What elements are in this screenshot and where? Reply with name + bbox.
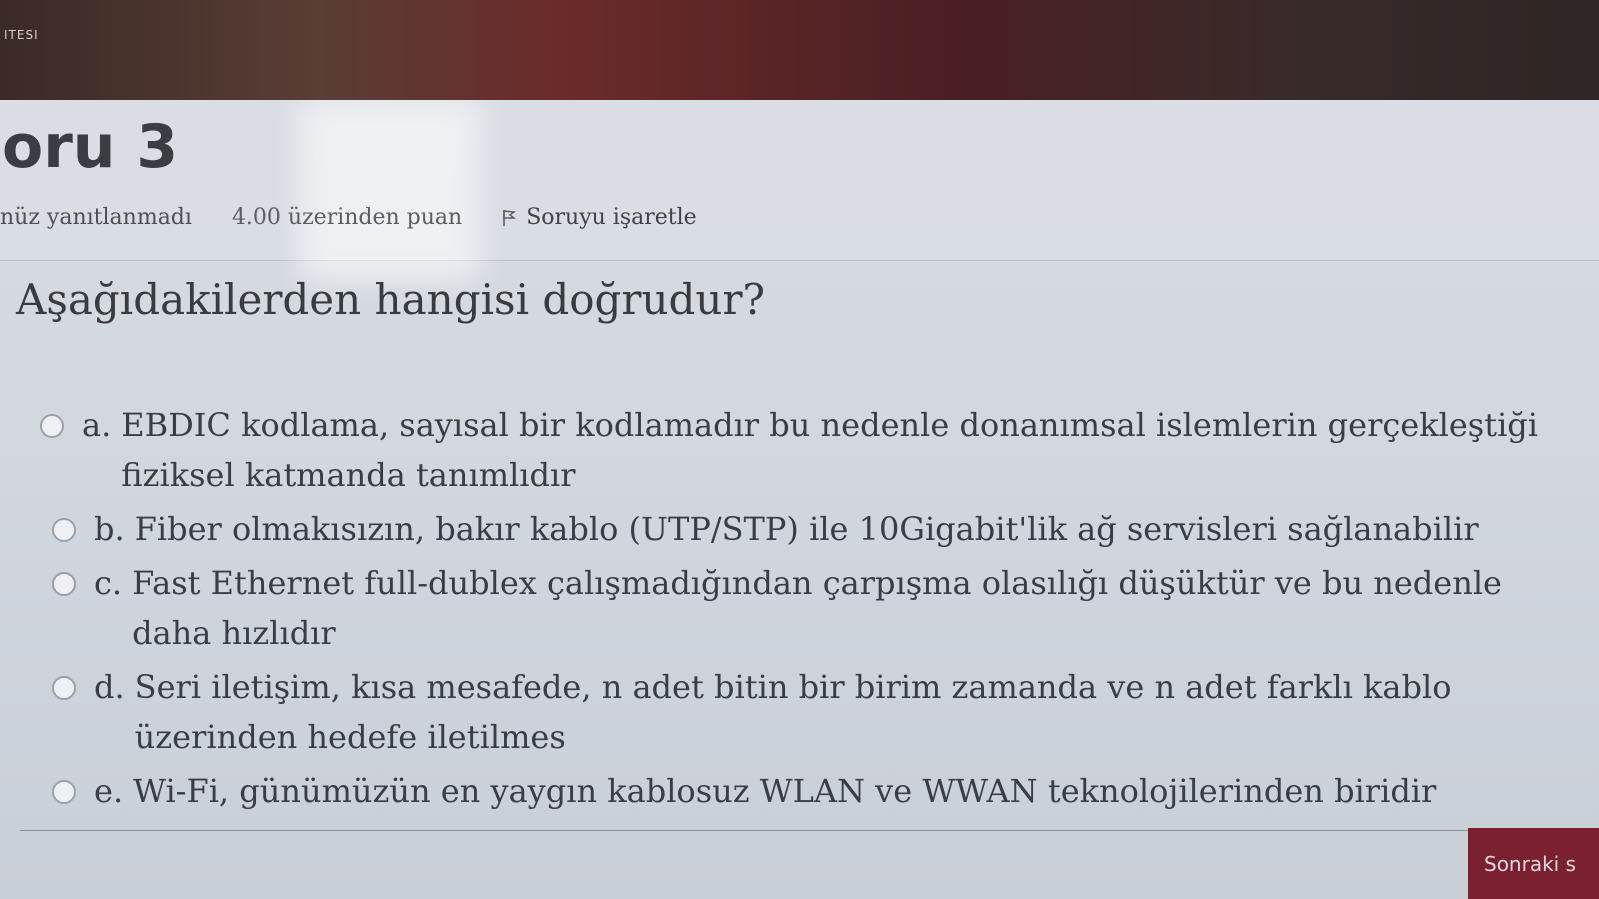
question-info-panel xyxy=(0,100,1599,261)
next-page-button[interactable]: Sonraki s xyxy=(1468,828,1599,899)
screen-glare xyxy=(300,100,480,280)
question-number-title: oru 3 xyxy=(2,112,179,182)
radio-icon[interactable] xyxy=(52,518,76,542)
option-text: EBDIC kodlama, sayısal bir kodlamadır bu… xyxy=(121,406,1539,494)
backdrop-label: ITESI xyxy=(4,28,39,42)
flag-question-link[interactable]: Soruyu işaretle xyxy=(502,205,697,230)
option-letter: a. xyxy=(82,406,112,444)
flag-question-label: Soruyu işaretle xyxy=(526,205,697,230)
answer-option-a[interactable]: a. EBDIC kodlama, sayısal bir kodlamadır… xyxy=(40,400,1580,500)
question-info-row: nüz yanıtlanmadı 4.00 üzerinden puan Sor… xyxy=(0,205,697,230)
option-text: Seri iletişim, kısa mesafede, n adet bit… xyxy=(134,668,1452,756)
radio-icon[interactable] xyxy=(52,780,76,804)
question-prompt: Aşağıdakilerden hangisi doğrudur? xyxy=(16,275,766,324)
option-text: Wi-Fi, günümüzün en yaygın kablosuz WLAN… xyxy=(133,772,1437,810)
option-letter: d. xyxy=(94,668,125,706)
quiz-screen: oru 3 nüz yanıtlanmadı 4.00 üzerinden pu… xyxy=(0,100,1599,899)
option-letter: c. xyxy=(94,564,123,602)
answer-option-e[interactable]: e. Wi-Fi, günümüzün en yaygın kablosuz W… xyxy=(40,766,1580,816)
answer-status: nüz yanıtlanmadı xyxy=(0,205,192,230)
radio-icon[interactable] xyxy=(40,414,64,438)
section-divider xyxy=(20,830,1590,831)
answer-option-c[interactable]: c. Fast Ethernet full-dublex çalışmadığı… xyxy=(40,558,1580,658)
radio-icon[interactable] xyxy=(52,572,76,596)
option-letter: e. xyxy=(94,772,124,810)
answer-option-d[interactable]: d. Seri iletişim, kısa mesafede, n adet … xyxy=(40,662,1580,762)
option-text: Fast Ethernet full-dublex çalışmadığında… xyxy=(132,564,1502,652)
question-grade: 4.00 üzerinden puan xyxy=(231,205,463,230)
option-letter: b. xyxy=(94,510,125,548)
flag-icon xyxy=(503,209,517,226)
answer-option-b[interactable]: b. Fiber olmakısızın, bakır kablo (UTP/S… xyxy=(40,504,1580,554)
option-text: Fiber olmakısızın, bakır kablo (UTP/STP)… xyxy=(134,510,1479,548)
radio-icon[interactable] xyxy=(52,676,76,700)
answer-options: a. EBDIC kodlama, sayısal bir kodlamadır… xyxy=(40,400,1580,820)
